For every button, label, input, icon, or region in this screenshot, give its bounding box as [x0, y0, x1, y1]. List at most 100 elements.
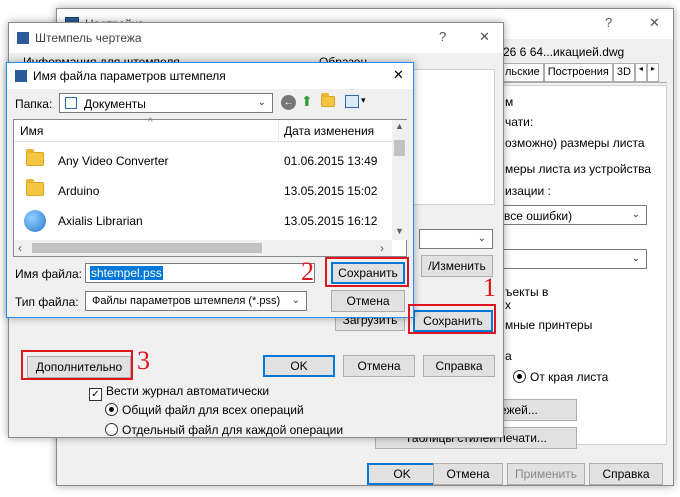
settings-ok-button[interactable]: OK	[367, 463, 437, 485]
log-checkbox[interactable]: ✓ Вести журнал автоматически	[89, 384, 269, 401]
stamp-help-button[interactable]: Справка	[423, 355, 495, 377]
radio-icon	[513, 370, 526, 383]
view-menu-icon[interactable]	[345, 95, 359, 108]
chevron-down-icon: ⌄	[477, 233, 486, 244]
folder-label: Папка:	[15, 97, 53, 111]
list-item[interactable]: Any Video Converter 01.06.2015 13:49	[14, 148, 392, 174]
radio-common-label: Общий файл для всех операций	[122, 403, 304, 417]
radio-icon	[105, 403, 118, 416]
settings-line-8: а	[505, 349, 512, 363]
file-date: 01.06.2015 13:49	[284, 154, 378, 168]
settings-line-0: м	[505, 95, 514, 109]
saveas-cancel-button[interactable]: Отмена	[331, 290, 405, 312]
help-icon[interactable]: ?	[439, 29, 446, 44]
sort-chevron-icon: ^	[148, 117, 153, 128]
errors-combo[interactable]: все ошибки) ⌄	[501, 205, 647, 225]
log-checkbox-label: Вести журнал автоматически	[106, 384, 270, 398]
saveas-titlebar: Имя файла параметров штемпеля	[7, 63, 413, 89]
column-date[interactable]: Дата изменения	[284, 124, 374, 138]
scroll-left-icon[interactable]: ‹	[18, 241, 22, 255]
annotation-box-3	[21, 350, 133, 380]
annotation-box-1	[408, 304, 496, 334]
tab-scroll-right-icon[interactable]: ▸	[646, 63, 659, 82]
filename-input[interactable]: shtempel.pss	[85, 263, 315, 283]
edge-radio[interactable]: От края листа	[513, 370, 608, 384]
chevron-down-icon: ⌄	[631, 209, 640, 220]
stamp-settings-combo[interactable]: ⌄	[419, 229, 493, 249]
tab-build[interactable]: Построения	[543, 63, 613, 82]
checkbox-icon: ✓	[89, 388, 102, 401]
file-date: 13.05.2015 16:12	[284, 214, 378, 228]
folder-combo-value: Документы	[84, 97, 146, 111]
tab-3d[interactable]: 3D	[612, 63, 635, 82]
annotation-number-2: 2	[301, 257, 314, 286]
filetype-combo[interactable]: Файлы параметров штемпеля (*.pss) ⌄	[85, 291, 307, 311]
file-name: Axialis Librarian	[58, 214, 143, 228]
filename-value: shtempel.pss	[90, 266, 163, 280]
scroll-up-icon[interactable]: ▲	[395, 121, 404, 131]
settings-apply-button[interactable]: Применить	[507, 463, 585, 485]
view-dropdown-icon[interactable]: ▾	[361, 95, 366, 106]
tab-scroll-left-icon[interactable]: ◂	[634, 63, 647, 82]
vertical-scrollbar[interactable]: ▲ ▼	[392, 120, 407, 240]
filetype-value: Файлы параметров штемпеля (*.pss)	[92, 295, 281, 307]
up-folder-icon[interactable]: ⬆	[301, 93, 313, 110]
scroll-thumb[interactable]	[394, 140, 405, 156]
settings-line-2: озможно) размеры листа	[505, 136, 645, 150]
close-icon[interactable]: ✕	[393, 67, 404, 83]
radio-common-file[interactable]: Общий файл для всех операций	[105, 403, 304, 417]
saveas-title: Имя файла параметров штемпеля	[33, 69, 226, 83]
scroll-thumb[interactable]	[32, 243, 262, 253]
settings-line-4: изации :	[505, 184, 551, 198]
annotation-number-1: 1	[483, 273, 496, 302]
list-item[interactable]: Axialis Librarian 13.05.2015 16:12	[14, 208, 392, 234]
settings-line-7: мные принтеры	[505, 318, 593, 332]
folder-icon	[26, 149, 44, 169]
settings-line-5: ъекты в	[505, 285, 549, 299]
file-list: Имя ^ Дата изменения Any Video Converter…	[13, 117, 407, 257]
edge-radio-label: От края листа	[530, 370, 609, 384]
saveas-icon	[15, 70, 27, 82]
stamp-title: Штемпель чертежа	[35, 31, 142, 45]
current-file-label: 26 6 64...икацией.dwg	[503, 45, 625, 59]
column-name[interactable]: Имя	[20, 124, 43, 138]
stamp-cancel-button[interactable]: Отмена	[343, 355, 415, 377]
close-icon[interactable]: ✕	[479, 29, 490, 45]
folder-icon	[26, 179, 44, 199]
list-header: Имя ^ Дата изменения	[14, 117, 392, 142]
axialis-icon	[24, 210, 46, 232]
back-icon[interactable]: ←	[281, 95, 296, 110]
radio-separate-file[interactable]: Отдельный файл для каждой операции	[105, 423, 343, 437]
horizontal-scrollbar[interactable]: ‹ ›	[14, 240, 392, 256]
help-icon[interactable]: ?	[605, 15, 612, 30]
scroll-right-icon[interactable]: ›	[380, 241, 384, 255]
column-divider	[278, 120, 279, 142]
new-folder-icon[interactable]	[321, 93, 335, 110]
settings-cancel-button[interactable]: Отмена	[433, 463, 503, 485]
settings-line-1: чати:	[505, 115, 534, 129]
annotation-box-2	[325, 257, 409, 287]
tab-bar: льские Построения 3D ◂ ▸	[501, 63, 667, 83]
settings-combo-2[interactable]: ⌄	[501, 249, 647, 269]
chevron-down-icon: ⌄	[257, 97, 266, 108]
file-name: Any Video Converter	[58, 154, 169, 168]
list-item[interactable]: Arduino 13.05.2015 15:02	[14, 178, 392, 204]
radio-icon	[105, 423, 118, 436]
documents-icon	[65, 97, 77, 109]
filetype-label: Тип файла:	[15, 295, 79, 309]
scroll-down-icon[interactable]: ▼	[395, 226, 404, 236]
stamp-icon	[17, 32, 29, 44]
file-date: 13.05.2015 15:02	[284, 184, 378, 198]
chevron-down-icon: ⌄	[631, 253, 640, 264]
settings-help-button[interactable]: Справка	[589, 463, 663, 485]
stamp-titlebar: Штемпель чертежа	[9, 23, 503, 53]
folder-combo[interactable]: Документы ⌄	[59, 93, 273, 113]
radio-separate-label: Отдельный файл для каждой операции	[122, 423, 344, 437]
chevron-down-icon: ⌄	[291, 295, 300, 306]
stamp-ok-button[interactable]: OK	[263, 355, 335, 377]
errors-combo-value: все ошибки)	[504, 209, 573, 223]
file-name: Arduino	[58, 184, 100, 198]
settings-line-6: х	[505, 298, 511, 312]
tab-user[interactable]: льские	[501, 63, 544, 82]
close-icon[interactable]: ✕	[649, 15, 660, 31]
